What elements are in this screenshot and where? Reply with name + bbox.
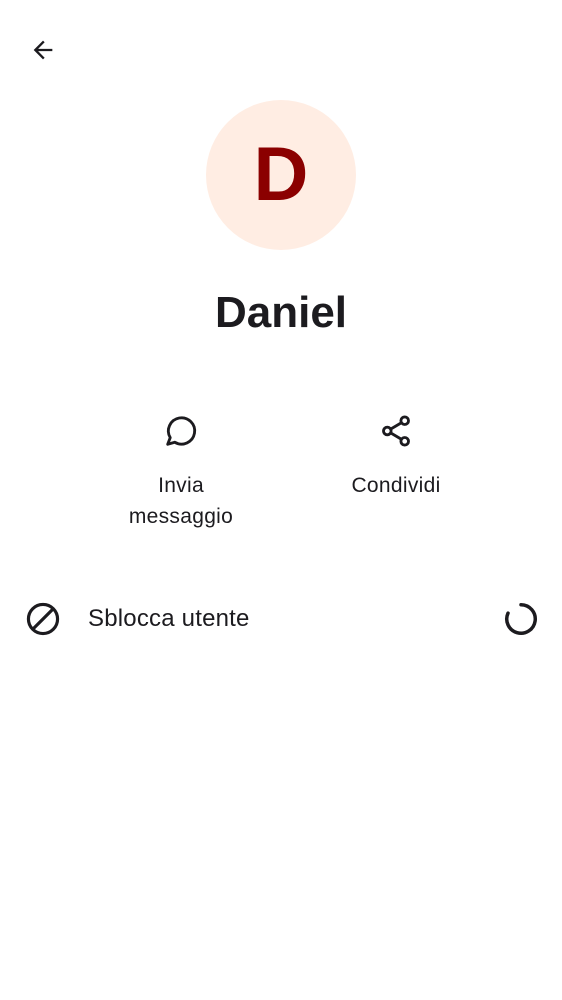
send-message-label-line2: messaggio xyxy=(128,505,234,528)
block-icon xyxy=(26,602,60,636)
share-button[interactable]: Condividi xyxy=(311,405,481,501)
unblock-user-label: Sblocca utente xyxy=(88,605,250,632)
back-button[interactable] xyxy=(18,25,68,75)
contact-name: Daniel xyxy=(214,288,348,337)
send-message-label-line1: Invia xyxy=(158,474,204,497)
chat-bubble-icon xyxy=(155,405,207,457)
loading-spinner-icon xyxy=(505,603,537,635)
unblock-user-row[interactable]: Sblocca utente xyxy=(0,584,562,654)
share-icon xyxy=(370,405,422,457)
send-message-button[interactable]: Invia messaggio xyxy=(96,405,266,532)
send-message-label: Invia messaggio xyxy=(129,470,233,532)
arrow-back-icon xyxy=(33,40,53,60)
avatar-letter: D xyxy=(253,132,309,217)
avatar: D xyxy=(206,100,356,250)
share-label: Condividi xyxy=(351,474,441,497)
